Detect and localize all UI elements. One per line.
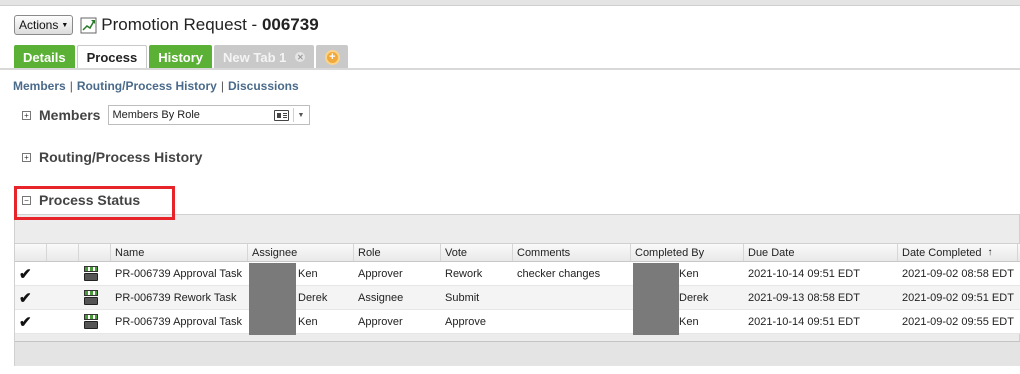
chevron-down-icon: ▼ — [61, 21, 69, 29]
header-date-completed-label: Date Completed — [902, 246, 982, 259]
cell-check: ✔ — [15, 286, 47, 309]
cell-comments — [513, 286, 631, 309]
redaction-block-completed-by — [633, 263, 679, 335]
cell-comments: checker changes — [517, 267, 601, 280]
page-header: Actions ▼ Promotion Request - 006739 — [14, 13, 319, 37]
header-vote[interactable]: Vote — [441, 244, 513, 261]
actions-button[interactable]: Actions ▼ — [14, 15, 74, 35]
page-title: Promotion Request - 006739 — [101, 15, 319, 34]
cell-blank — [47, 310, 79, 333]
task-icon — [83, 289, 100, 306]
cell-vote: Approve — [445, 315, 486, 328]
cell-role: Approver — [358, 315, 403, 328]
promotion-request-icon — [80, 17, 97, 33]
checkmark-icon: ✔ — [19, 313, 32, 331]
link-discussions[interactable]: Discussions — [228, 79, 299, 93]
cell-role: Assignee — [358, 291, 404, 304]
tab-history[interactable]: History — [149, 45, 213, 69]
process-status-grid: Name Assignee Role Vote Comments Complet… — [15, 243, 1020, 335]
expand-icon[interactable]: + — [22, 152, 31, 162]
table-row[interactable]: ✔ PR-006739 Rework Task Derek Assignee S… — [15, 286, 1020, 310]
routing-title: Routing/Process History — [39, 149, 203, 165]
cell-date-completed: 2021-09-02 09:55 EDT — [902, 315, 1014, 328]
link-separator: | — [220, 79, 224, 93]
cell-icon — [79, 286, 111, 309]
task-icon — [83, 265, 100, 282]
members-section-header: + Members Members By Role ▼ — [22, 105, 311, 125]
add-tab-button[interactable]: + — [316, 45, 349, 69]
cell-name[interactable]: PR-006739 Approval Task — [111, 310, 248, 333]
cell-comments — [513, 310, 631, 333]
cell-vote: Rework — [445, 267, 483, 280]
chevron-down-icon[interactable]: ▼ — [293, 108, 307, 122]
header-assignee[interactable]: Assignee — [248, 244, 354, 261]
close-icon[interactable]: ✕ — [295, 52, 306, 62]
contact-card-icon — [274, 110, 290, 121]
checkmark-icon: ✔ — [19, 289, 32, 307]
section-links: Members | Routing/Process History | Disc… — [13, 79, 299, 93]
header-name[interactable]: Name — [111, 244, 248, 261]
tab-underline — [0, 68, 1020, 70]
table-row[interactable]: ✔ PR-006739 Approval Task Ken Approver R… — [15, 262, 1020, 286]
top-bar — [0, 0, 1020, 6]
expand-icon[interactable]: + — [22, 110, 31, 120]
header-check-column[interactable] — [15, 244, 47, 261]
routing-section-header: + Routing/Process History — [22, 149, 202, 165]
table-row[interactable]: ✔ PR-006739 Approval Task Ken Approver A… — [15, 310, 1020, 334]
cell-due-date: 2021-10-14 09:51 EDT — [748, 315, 860, 328]
cell-icon — [79, 310, 111, 333]
link-routing-process-history[interactable]: Routing/Process History — [77, 79, 217, 93]
link-separator: | — [69, 79, 73, 93]
actions-label: Actions — [19, 18, 59, 32]
cell-blank — [47, 262, 79, 285]
members-title: Members — [39, 107, 101, 123]
grid-footer — [15, 341, 1020, 366]
cell-check: ✔ — [15, 262, 47, 285]
cell-blank — [47, 286, 79, 309]
members-view-select-value: Members By Role — [112, 109, 200, 121]
tab-bar: Details Process History New Tab 1 ✕ + — [14, 45, 349, 69]
cell-icon — [79, 262, 111, 285]
tab-new-tab-1[interactable]: New Tab 1 ✕ — [214, 45, 315, 69]
cell-name[interactable]: PR-006739 Approval Task — [111, 262, 248, 285]
tab-details[interactable]: Details — [14, 45, 75, 69]
cell-vote: Submit — [445, 291, 480, 304]
cell-due-date: 2021-10-14 09:51 EDT — [748, 267, 860, 280]
header-due-date[interactable]: Due Date — [744, 244, 898, 261]
sort-ascending-icon: ↑ — [987, 247, 993, 258]
request-number: 006739 — [261, 15, 319, 34]
header-icon-column[interactable] — [79, 244, 111, 261]
cell-date-completed: 2021-09-02 09:51 EDT — [902, 291, 1014, 304]
header-completed-by[interactable]: Completed By — [631, 244, 744, 261]
tab-process[interactable]: Process — [76, 45, 148, 69]
cell-due-date: 2021-09-13 08:58 EDT — [748, 291, 860, 304]
cell-role: Approver — [358, 267, 403, 280]
task-icon — [83, 313, 100, 330]
tab-new-tab-1-label: New Tab 1 — [223, 49, 287, 65]
cell-date-completed: 2021-09-02 08:58 EDT — [902, 267, 1014, 280]
header-blank-column[interactable] — [47, 244, 79, 261]
cell-check: ✔ — [15, 310, 47, 333]
header-date-completed[interactable]: Date Completed ↑ — [898, 244, 1018, 261]
checkmark-icon: ✔ — [19, 265, 32, 283]
members-view-select[interactable]: Members By Role ▼ — [108, 105, 311, 125]
header-comments[interactable]: Comments — [513, 244, 631, 261]
link-members[interactable]: Members — [13, 79, 66, 93]
grid-header-row: Name Assignee Role Vote Comments Complet… — [15, 243, 1020, 262]
highlight-box — [14, 186, 175, 220]
cell-name[interactable]: PR-006739 Rework Task — [111, 286, 248, 309]
redaction-block-assignee — [249, 263, 296, 335]
add-icon: + — [324, 49, 340, 65]
header-role[interactable]: Role — [354, 244, 441, 261]
process-status-panel: Name Assignee Role Vote Comments Complet… — [14, 214, 1020, 366]
